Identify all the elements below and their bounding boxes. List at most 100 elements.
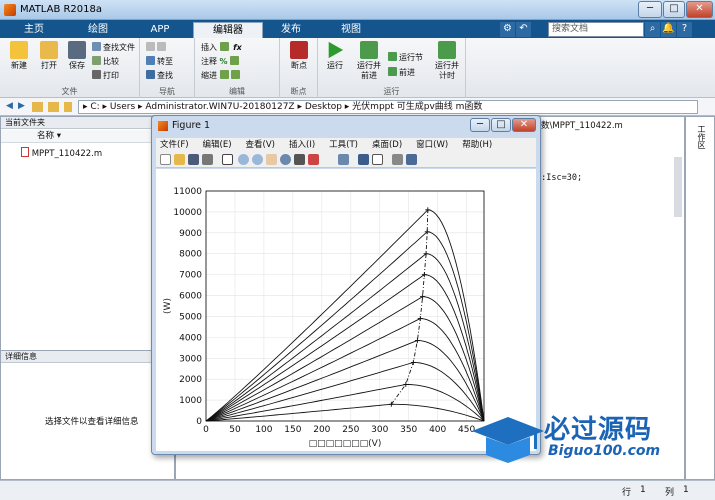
insert-button[interactable]: 插入 fx bbox=[201, 42, 242, 53]
zoom-out-icon[interactable] bbox=[252, 154, 263, 165]
comment-button[interactable]: 注释 % bbox=[201, 56, 241, 67]
window-title: MATLAB R2018a bbox=[20, 4, 103, 15]
x-tick-label: 300 bbox=[371, 425, 388, 435]
pan-icon[interactable] bbox=[266, 154, 277, 165]
menu-insert[interactable]: 插入(I) bbox=[289, 140, 315, 150]
mpp-trace-line bbox=[390, 209, 429, 405]
notification-icon[interactable]: 🔔 bbox=[661, 22, 676, 37]
x-tick-label: 250 bbox=[342, 425, 359, 435]
pointer-icon[interactable] bbox=[222, 154, 233, 165]
y-tick-label: 1000 bbox=[179, 396, 202, 406]
quick-access-icon[interactable]: ⚙ bbox=[500, 22, 515, 37]
menu-help[interactable]: 帮助(H) bbox=[462, 140, 492, 150]
column-header-name[interactable]: 名称 ▾ bbox=[1, 130, 151, 143]
y-tick-label: 2000 bbox=[179, 375, 202, 385]
y-tick-label: 6000 bbox=[179, 292, 202, 302]
browse-folder-icon[interactable] bbox=[48, 102, 59, 112]
y-tick-label: 7000 bbox=[179, 271, 202, 281]
zoom-in-icon[interactable] bbox=[238, 154, 249, 165]
ribbon: 新建 打开 保存 查找文件 比较 打印 文件 转至 查找 导航 插入 fx 注释… bbox=[0, 38, 715, 98]
data-cursor-icon[interactable] bbox=[294, 154, 305, 165]
figure-menu-bar: 文件(F) 编辑(E) 查看(V) 插入(I) 工具(T) 桌面(D) 窗口(W) 帮助(H) bbox=[156, 138, 536, 152]
rotate-icon[interactable] bbox=[280, 154, 291, 165]
menu-window[interactable]: 窗口(W) bbox=[416, 140, 448, 150]
y-tick-label: 8000 bbox=[179, 250, 202, 260]
tab-plots[interactable]: 绘图 bbox=[70, 22, 126, 38]
code-line[interactable]: 6:Isc=30; bbox=[536, 173, 582, 183]
percent-icon: % bbox=[219, 57, 228, 66]
figure-title: Figure 1 bbox=[172, 120, 211, 131]
show-plot-tools-icon[interactable] bbox=[406, 154, 417, 165]
forward-icon[interactable]: ▶ bbox=[18, 101, 25, 111]
x-tick-label: 0 bbox=[203, 425, 209, 435]
run-and-advance-button[interactable]: 运行并 前进 bbox=[352, 41, 386, 81]
save-figure-icon[interactable] bbox=[188, 154, 199, 165]
menu-desktop[interactable]: 桌面(D) bbox=[372, 140, 402, 150]
undo-icon[interactable]: ↶ bbox=[516, 22, 531, 37]
figure-minimize-button[interactable]: ─ bbox=[470, 118, 490, 132]
open-file-icon[interactable] bbox=[174, 154, 185, 165]
compare-button[interactable]: 比较 bbox=[92, 56, 119, 67]
chart-xlabel: □□□□□□□(V) bbox=[309, 439, 382, 449]
open-button[interactable]: 打开 bbox=[36, 41, 62, 71]
legend-icon[interactable] bbox=[372, 154, 383, 165]
new-figure-icon[interactable] bbox=[160, 154, 171, 165]
pv-curve-5 bbox=[205, 318, 485, 422]
breakpoints-button[interactable]: 断点 bbox=[285, 41, 313, 71]
print-icon bbox=[92, 70, 101, 79]
menu-file[interactable]: 文件(F) bbox=[160, 140, 189, 150]
hide-plot-tools-icon[interactable] bbox=[392, 154, 403, 165]
print-figure-icon[interactable] bbox=[202, 154, 213, 165]
tab-home[interactable]: 主页 bbox=[8, 22, 60, 38]
close-button[interactable]: ✕ bbox=[686, 1, 713, 18]
print-button[interactable]: 打印 bbox=[92, 70, 119, 81]
minimize-button[interactable]: ─ bbox=[638, 1, 662, 18]
y-tick-label: 9000 bbox=[179, 229, 202, 239]
editor-tab[interactable]: 数\MPPT_110422.m bbox=[541, 119, 623, 131]
search-input[interactable]: 搜索文档 bbox=[548, 22, 644, 37]
run-and-time-button[interactable]: 运行并 计时 bbox=[430, 41, 464, 81]
up-folder-icon[interactable] bbox=[32, 102, 43, 112]
brush-icon[interactable] bbox=[308, 154, 319, 165]
colorbar-icon[interactable] bbox=[358, 154, 369, 165]
new-button[interactable]: 新建 bbox=[6, 41, 32, 71]
workspace-label[interactable]: 工作区 bbox=[696, 125, 706, 149]
find-icon bbox=[146, 70, 155, 79]
y-tick-label: 3000 bbox=[179, 354, 202, 364]
fx-icon[interactable]: fx bbox=[233, 43, 242, 52]
file-list-item[interactable]: MPPT_110422.m bbox=[21, 147, 102, 159]
back-icon[interactable]: ◀ bbox=[6, 101, 13, 111]
advance-icon bbox=[388, 67, 397, 76]
current-path[interactable]: ▸ C: ▸ Users ▸ Administrator.WIN7U-20180… bbox=[78, 100, 698, 114]
run-button[interactable]: 运行 bbox=[322, 41, 348, 71]
y-tick-label: 0 bbox=[196, 417, 202, 427]
figure-restore-button[interactable]: □ bbox=[491, 118, 511, 132]
help-icon[interactable]: ? bbox=[677, 22, 692, 37]
editor-scrollbar[interactable] bbox=[674, 157, 682, 217]
tab-publish[interactable]: 发布 bbox=[265, 22, 317, 38]
tab-apps[interactable]: APP bbox=[132, 22, 188, 38]
goto-button[interactable]: 转至 bbox=[146, 56, 173, 67]
ribbon-group-run: 运行 运行并 前进 运行节 前进 运行并 计时 运行 bbox=[318, 38, 466, 98]
run-section-button[interactable]: 运行节 bbox=[388, 52, 423, 63]
find-files-icon bbox=[92, 42, 101, 51]
compare-icon bbox=[92, 56, 101, 65]
x-tick-label: 100 bbox=[255, 425, 272, 435]
advance-button[interactable]: 前进 bbox=[388, 67, 415, 78]
save-button[interactable]: 保存 bbox=[64, 41, 90, 71]
tab-view[interactable]: 视图 bbox=[325, 22, 377, 38]
tab-editor[interactable]: 编辑器 bbox=[193, 22, 263, 38]
restore-button[interactable]: □ bbox=[663, 1, 685, 18]
find-files-button[interactable]: 查找文件 bbox=[92, 42, 135, 53]
menu-edit[interactable]: 编辑(E) bbox=[203, 140, 232, 150]
col-value: 1 bbox=[683, 485, 689, 495]
link-plot-icon[interactable] bbox=[338, 154, 349, 165]
search-icon[interactable]: ⌕ bbox=[645, 22, 660, 37]
root-folder-icon[interactable] bbox=[64, 102, 72, 112]
back-nav-icon[interactable] bbox=[146, 42, 168, 53]
indent-button[interactable]: 缩进 bbox=[201, 70, 242, 81]
find-button[interactable]: 查找 bbox=[146, 70, 173, 81]
menu-view[interactable]: 查看(V) bbox=[246, 140, 275, 150]
figure-close-button[interactable]: ✕ bbox=[512, 118, 536, 132]
menu-tools[interactable]: 工具(T) bbox=[329, 140, 358, 150]
